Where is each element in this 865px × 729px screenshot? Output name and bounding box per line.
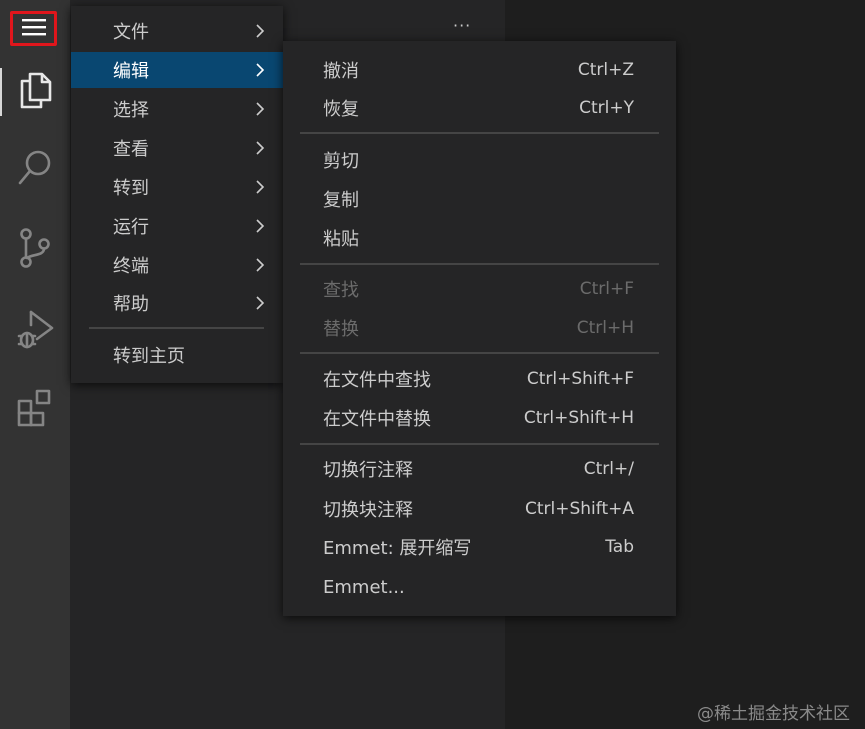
submenu-item-undo[interactable]: 撤消 Ctrl+Z bbox=[283, 52, 676, 88]
chevron-right-icon bbox=[255, 218, 265, 239]
source-control-icon bbox=[17, 226, 53, 274]
menu-item-file[interactable]: 文件 bbox=[71, 13, 283, 49]
shortcut-label: Ctrl+Shift+F bbox=[526, 369, 634, 389]
submenu-item-label: 在文件中查找 bbox=[323, 370, 431, 391]
menu-item-label: 转到主页 bbox=[113, 346, 185, 367]
submenu-item-emmet-expand[interactable]: Emmet: 展开缩写 Tab bbox=[283, 529, 676, 565]
shortcut-label: Ctrl+H bbox=[576, 318, 634, 338]
menu-item-selection[interactable]: 选择 bbox=[71, 91, 283, 127]
submenu-item-label: Emmet: 展开缩写 bbox=[323, 538, 472, 559]
submenu-item-find-in-files[interactable]: 在文件中查找 Ctrl+Shift+F bbox=[283, 361, 676, 397]
menu-item-go-home[interactable]: 转到主页 bbox=[71, 337, 283, 373]
chevron-right-icon bbox=[255, 62, 265, 83]
submenu-item-toggle-block-comment[interactable]: 切换块注释 Ctrl+Shift+A bbox=[283, 491, 676, 527]
menu-item-label: 文件 bbox=[113, 22, 149, 43]
chevron-right-icon bbox=[255, 257, 265, 278]
menu-item-run[interactable]: 运行 bbox=[71, 208, 283, 244]
menu-item-label: 运行 bbox=[113, 217, 149, 238]
search-button[interactable] bbox=[0, 140, 70, 200]
source-control-button[interactable] bbox=[0, 220, 70, 280]
menu-separator bbox=[300, 352, 659, 354]
submenu-item-label: 粘贴 bbox=[323, 229, 359, 250]
submenu-item-label: 查找 bbox=[323, 280, 359, 301]
menu-item-help[interactable]: 帮助 bbox=[71, 285, 283, 321]
edit-submenu: 撤消 Ctrl+Z 恢复 Ctrl+Y 剪切 复制 粘贴 查找 Ctrl+F 替… bbox=[283, 41, 676, 616]
submenu-item-label: 撤消 bbox=[323, 61, 359, 82]
watermark: @稀土掘金技术社区 bbox=[697, 704, 850, 724]
submenu-item-label: 替换 bbox=[323, 319, 359, 340]
submenu-item-paste[interactable]: 粘贴 bbox=[283, 220, 676, 256]
menu-item-label: 终端 bbox=[113, 256, 149, 277]
menu-item-label: 选择 bbox=[113, 100, 149, 121]
submenu-item-replace-in-files[interactable]: 在文件中替换 Ctrl+Shift+H bbox=[283, 400, 676, 436]
menu-separator bbox=[300, 132, 659, 134]
menu-separator bbox=[89, 327, 264, 329]
submenu-item-redo[interactable]: 恢复 Ctrl+Y bbox=[283, 90, 676, 126]
shortcut-label: Ctrl+/ bbox=[583, 459, 634, 479]
activity-bar bbox=[0, 0, 70, 729]
menu-item-label: 转到 bbox=[113, 178, 149, 199]
chevron-right-icon bbox=[255, 179, 265, 200]
extensions-icon bbox=[15, 387, 55, 433]
submenu-item-label: Emmet... bbox=[323, 576, 405, 598]
menu-item-go[interactable]: 转到 bbox=[71, 169, 283, 205]
submenu-item-replace: 替换 Ctrl+H bbox=[283, 310, 676, 346]
files-icon bbox=[17, 70, 53, 114]
shortcut-label: Ctrl+F bbox=[579, 279, 634, 299]
submenu-item-cut[interactable]: 剪切 bbox=[283, 142, 676, 178]
submenu-item-toggle-line-comment[interactable]: 切换行注释 Ctrl+/ bbox=[283, 451, 676, 487]
chevron-right-icon bbox=[255, 23, 265, 44]
menu-item-view[interactable]: 查看 bbox=[71, 130, 283, 166]
menu-item-terminal[interactable]: 终端 bbox=[71, 247, 283, 283]
submenu-item-find: 查找 Ctrl+F bbox=[283, 271, 676, 307]
main-menu: 文件 编辑 选择 查看 转到 运行 终端 帮助 转到主页 bbox=[71, 6, 283, 383]
shortcut-label: Ctrl+Shift+H bbox=[523, 408, 634, 428]
more-actions-icon[interactable]: ··· bbox=[453, 16, 471, 35]
menu-separator bbox=[300, 263, 659, 265]
submenu-item-label: 剪切 bbox=[323, 151, 359, 172]
menu-item-label: 帮助 bbox=[113, 294, 149, 315]
search-icon bbox=[16, 148, 54, 192]
run-debug-button[interactable] bbox=[0, 300, 70, 360]
chevron-right-icon bbox=[255, 101, 265, 122]
menu-button[interactable] bbox=[10, 11, 57, 46]
menu-icon bbox=[21, 17, 47, 41]
shortcut-label: Tab bbox=[605, 537, 634, 557]
chevron-right-icon bbox=[255, 295, 265, 316]
menu-item-edit[interactable]: 编辑 bbox=[71, 52, 283, 88]
menu-item-label: 编辑 bbox=[113, 61, 149, 82]
submenu-item-label: 恢复 bbox=[323, 99, 359, 120]
run-debug-icon bbox=[15, 306, 55, 354]
submenu-item-emmet[interactable]: Emmet... bbox=[283, 569, 676, 605]
submenu-item-label: 在文件中替换 bbox=[323, 409, 431, 430]
menu-item-label: 查看 bbox=[113, 139, 149, 160]
shortcut-label: Ctrl+Y bbox=[579, 98, 634, 118]
submenu-item-label: 切换行注释 bbox=[323, 460, 413, 481]
shortcut-label: Ctrl+Z bbox=[577, 60, 634, 80]
submenu-item-label: 复制 bbox=[323, 190, 359, 211]
submenu-item-copy[interactable]: 复制 bbox=[283, 181, 676, 217]
menu-separator bbox=[300, 443, 659, 445]
submenu-item-label: 切换块注释 bbox=[323, 500, 413, 521]
chevron-right-icon bbox=[255, 140, 265, 161]
extensions-button[interactable] bbox=[0, 380, 70, 440]
explorer-button[interactable] bbox=[0, 62, 70, 122]
shortcut-label: Ctrl+Shift+A bbox=[524, 499, 634, 519]
